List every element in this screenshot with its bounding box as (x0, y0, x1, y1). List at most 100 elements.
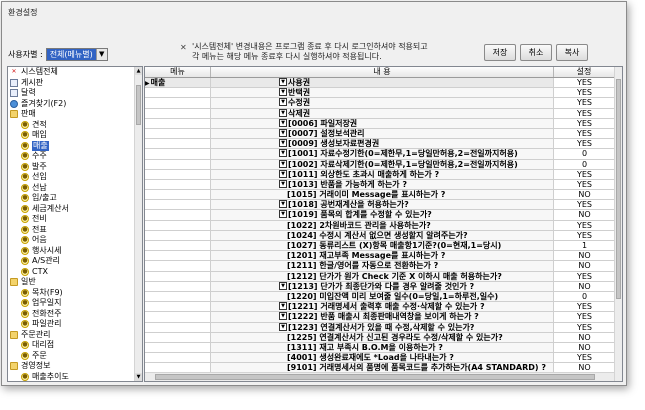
table-row[interactable]: [9101] 거래명세서의 품명에 품목코드를 추가하는가(A4 STANDAR… (145, 363, 615, 372)
cell-setting[interactable]: NO (554, 251, 615, 261)
scroll-down-icon[interactable]: ▼ (135, 373, 142, 381)
chevron-down-icon[interactable]: ▼ (95, 48, 107, 60)
tree-item[interactable]: 일반 (8, 277, 135, 288)
expand-triangle-icon[interactable]: ▼ (279, 149, 287, 158)
cell-setting[interactable]: YES (554, 118, 615, 128)
header-setting[interactable]: 설정 (554, 67, 615, 77)
cell-setting[interactable]: YES (554, 169, 615, 179)
tree-item[interactable]: ● 수주 (8, 151, 135, 162)
table-row[interactable]: [1024] 수정시 계산서 없으면 생성할지 알려주는가? YES (145, 230, 615, 241)
table-row[interactable]: ▼ [1011] 외상한도 초과시 매출하게 하는가 ? YES (145, 169, 615, 180)
expand-triangle-icon[interactable]: ▼ (279, 200, 287, 209)
tree-item[interactable]: ● 매출추이도 (8, 372, 135, 382)
tree-item[interactable]: ● 세금계산서 (8, 204, 135, 215)
cell-setting[interactable]: YES (554, 108, 615, 118)
cell-setting[interactable]: YES (554, 220, 615, 230)
cell-setting[interactable]: YES (554, 128, 615, 139)
header-menu[interactable]: 메뉴 (145, 67, 211, 77)
tree-item[interactable]: ● 선납 (8, 183, 135, 194)
table-row[interactable]: ▼ 삭제권 YES (145, 108, 615, 119)
expand-triangle-icon[interactable]: ▼ (279, 88, 287, 97)
cell-setting[interactable]: YES (554, 353, 615, 363)
tree-item[interactable]: ● 발주 (8, 162, 135, 173)
expand-triangle-icon[interactable]: ▼ (279, 179, 287, 188)
tree-item[interactable]: ● 전화전주 (8, 309, 135, 320)
table-row[interactable]: [1201] 재고부족 Message를 표시하는가 ? NO (145, 251, 615, 262)
cell-setting[interactable]: YES (554, 78, 615, 88)
table-row[interactable]: [1015] 거래이미 Message를 표시하는가 ? NO (145, 190, 615, 201)
expand-triangle-icon[interactable]: ▼ (279, 169, 287, 178)
cell-setting[interactable]: NO (554, 261, 615, 271)
tree-item[interactable]: 주문관리 (8, 330, 135, 341)
table-row[interactable]: ▼ [1013] 반품을 가능하게 하는가 ? YES (145, 179, 615, 191)
expand-triangle-icon[interactable]: ▼ (279, 98, 287, 107)
table-row[interactable]: ▼ [0009] 생성보자료편경권 YES (145, 139, 615, 150)
cell-setting[interactable]: YES (554, 88, 615, 98)
grid-vscrollbar[interactable] (614, 67, 622, 381)
table-row[interactable]: [1212] 단가가 원가 Check 기준 X 이하시 매출 허용하는가? YE… (145, 271, 615, 282)
tree-item[interactable]: ● 전비 (8, 214, 135, 225)
table-row[interactable]: ▼ [1002] 자료삭제기한(0=제한무,1=당일만허용,2=전일까지허용) 0 (145, 159, 615, 170)
cell-setting[interactable]: YES (554, 271, 615, 281)
table-row[interactable]: ▼ [1223] 연결계산서가 있을 때 수정,삭제할 수 있는가? YES (145, 322, 615, 333)
tree-scrollbar[interactable]: ▲ ▼ (134, 67, 142, 381)
cell-setting[interactable]: YES (554, 139, 615, 149)
expand-triangle-icon[interactable]: ▼ (279, 118, 287, 127)
user-filter-dropdown[interactable]: 전체(메뉴별) ▼ (45, 47, 108, 61)
cell-setting[interactable]: 0 (554, 159, 615, 169)
cell-setting[interactable]: YES (554, 98, 615, 108)
table-row[interactable]: [1022] 2차원바코드 관리을 사용하는가? YES (145, 220, 615, 231)
cell-setting[interactable]: NO (554, 332, 615, 342)
cell-setting[interactable]: YES (554, 179, 615, 190)
table-row[interactable]: [1311] 재고 부족시 B.O.M을 이용하는가 ? NO (145, 342, 615, 354)
expand-triangle-icon[interactable]: ▼ (279, 322, 287, 331)
cell-setting[interactable]: NO (554, 210, 615, 220)
expand-triangle-icon[interactable]: ▼ (279, 281, 287, 290)
expand-triangle-icon[interactable]: ▼ (279, 139, 287, 148)
cell-setting[interactable]: YES (554, 200, 615, 210)
table-row[interactable]: [1027] 동류리스트 (X)항목 매출항1기준?(0=현재,1=당시) 1 (145, 241, 615, 252)
scroll-up-icon[interactable]: ▲ (135, 67, 142, 75)
cell-setting[interactable]: YES (554, 312, 615, 322)
table-row[interactable]: ▼ [1222] 반품 매출시 최종판매내역창을 보이게 하는가 ? YES (145, 312, 615, 323)
table-row[interactable]: [1225] 연결계산서가 신고된 경우라도 수정/삭제할 수 있는가? NO (145, 332, 615, 343)
table-row[interactable]: [1211] 한글/영어를 자동으로 전환하는가 ? NO (145, 261, 615, 272)
tree-item[interactable]: ✕ 시스템전체 (8, 67, 135, 78)
tree-item[interactable]: ● 파일관리 (8, 319, 135, 330)
cell-setting[interactable]: YES (554, 230, 615, 240)
tree-item[interactable]: ● 업무일지 (8, 298, 135, 309)
grid-vscroll-thumb[interactable] (616, 79, 621, 299)
tree-item[interactable]: 게시판 (8, 78, 135, 89)
tree-item[interactable]: ● 전표 (8, 225, 135, 236)
expand-triangle-icon[interactable]: ▼ (279, 312, 287, 321)
tree-item[interactable]: ● 매출 (8, 140, 135, 151)
cell-setting[interactable]: 0 (554, 149, 615, 159)
grid-hscrollbar[interactable] (145, 372, 615, 381)
table-row[interactable]: ▼ 수정권 YES (145, 98, 615, 109)
table-row[interactable]: ▼ 반택권 YES (145, 88, 615, 99)
cancel-button[interactable]: 취소 (520, 44, 552, 61)
expand-triangle-icon[interactable]: ▼ (279, 78, 287, 86)
table-row[interactable]: ▼ [1019] 품목의 합계를 수정할 수 있는가? NO (145, 210, 615, 221)
tree-item[interactable]: 경영정보 (8, 361, 135, 372)
expand-triangle-icon[interactable]: ▼ (279, 302, 287, 311)
tree-item[interactable]: ● 대리점 (8, 340, 135, 351)
table-row[interactable]: [4001] 생성완료재에도 *Load을 나타내는가 ? YES (145, 353, 615, 364)
tree-item[interactable]: ● 목차(F9) (8, 288, 135, 299)
tree-item[interactable]: 즐겨찾기(F2) (8, 99, 135, 110)
tree-item[interactable]: ● 주문 (8, 351, 135, 362)
expand-triangle-icon[interactable]: ▼ (279, 210, 287, 219)
cell-setting[interactable]: NO (554, 281, 615, 291)
expand-triangle-icon[interactable]: ▼ (279, 108, 287, 117)
header-content[interactable]: 내 용 (211, 67, 554, 77)
table-row[interactable]: ▼ [0007] 설정보석관리 YES (145, 128, 615, 140)
tree-item[interactable]: ● 입/출고 (8, 193, 135, 204)
cell-setting[interactable]: NO (554, 190, 615, 200)
tree-scroll-thumb[interactable] (136, 85, 141, 125)
expand-triangle-icon[interactable]: ▼ (279, 159, 287, 168)
tree-item[interactable]: 달력 (8, 88, 135, 99)
cell-setting[interactable]: YES (554, 322, 615, 332)
tree-item[interactable]: ● 매입 (8, 130, 135, 141)
cell-setting[interactable]: NO (554, 342, 615, 353)
table-row[interactable]: ▼ [1001] 자료수정기한(0=제한무,1=당일만허용,2=전일까지허용) 0 (145, 149, 615, 160)
